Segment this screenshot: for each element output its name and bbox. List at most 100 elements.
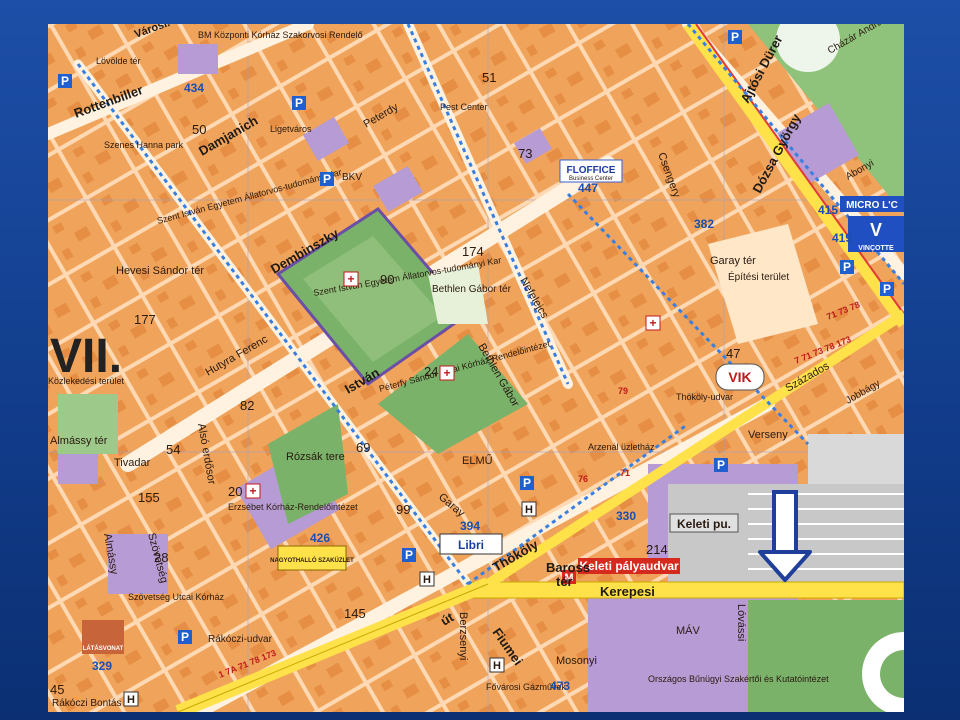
svg-text:H: H: [493, 660, 501, 672]
num-90: 90: [380, 272, 394, 287]
keleti-palyaudvar-label: Keleti pályaudvar: [579, 559, 679, 573]
num-24: 24: [424, 364, 438, 379]
num-174: 174: [462, 244, 484, 259]
train-sheds: [808, 434, 904, 484]
svg-text:+: +: [649, 316, 656, 330]
floffice-name: FLOFFICE: [567, 165, 616, 176]
num-473: 473: [550, 679, 570, 693]
svg-text:P: P: [731, 30, 739, 44]
svg-text:P: P: [295, 96, 303, 110]
parking-icon[interactable]: P: [728, 30, 742, 44]
street-verseny: Verseny: [748, 429, 788, 441]
parking-icon[interactable]: P: [402, 548, 416, 562]
num-73: 73: [518, 146, 532, 161]
hospital-cross-icon[interactable]: +: [245, 483, 261, 499]
street-tivadar: Tivadar: [114, 457, 151, 469]
parking-icon[interactable]: P: [840, 260, 854, 274]
place-szovetseg-korhaz: Szövetség Utcai Kórház: [128, 592, 225, 602]
micro-name: MICRO L'C: [846, 200, 898, 211]
hospital-cross-icon[interactable]: +: [645, 315, 661, 331]
num-415: 415: [818, 203, 838, 217]
libri-logo[interactable]: Libri: [439, 533, 503, 555]
vincotte-v: V: [870, 220, 882, 240]
station-label-keleti-palyaudvar: Keleti pályaudvar: [578, 558, 680, 574]
place-lovolde: Lövölde tér: [96, 56, 141, 66]
svg-text:P: P: [181, 630, 189, 644]
place-erzsebet: Erzsébet Kórház-Rendelőintézet: [228, 502, 358, 512]
place-szenes-hanna: Szenes Hanna park: [104, 140, 184, 150]
num-99: 99: [396, 502, 410, 517]
svg-text:P: P: [323, 172, 331, 186]
parking-icon[interactable]: P: [178, 630, 192, 644]
num-419: 419: [832, 231, 852, 245]
street-baross-ter: tér: [556, 574, 573, 589]
hotel-icon[interactable]: H: [489, 657, 505, 673]
num-54: 54: [166, 442, 180, 457]
place-hevesi-ter: Hevesi Sándor tér: [116, 265, 204, 277]
road-kerepesi: [467, 581, 904, 599]
svg-text:P: P: [883, 282, 891, 296]
latasvonat-text: LÁTÁSVONAT: [83, 645, 124, 652]
place-thokoly-udvar: Thököly-udvar: [676, 392, 733, 402]
num-394: 394: [460, 519, 480, 533]
street-lovassi: Lóvássi: [735, 604, 747, 641]
latasvonat-sign[interactable]: LÁTÁSVONAT: [82, 620, 124, 654]
num-20: 20: [228, 484, 242, 499]
num-71: 71: [620, 468, 630, 478]
vik-logo[interactable]: VIK: [715, 363, 765, 391]
place-elmu: ELMŰ: [462, 453, 493, 467]
hotel-icon[interactable]: H: [419, 571, 435, 587]
vincotte-logo[interactable]: V VINÇOTTE: [848, 216, 904, 252]
svg-text:H: H: [127, 694, 135, 706]
parking-icon[interactable]: P: [714, 458, 728, 472]
vincotte-name: VINÇOTTE: [858, 245, 894, 252]
num-28: 28: [154, 550, 168, 565]
place-bkv: BKV: [342, 172, 362, 183]
svg-text:P: P: [843, 260, 851, 274]
num-382: 382: [694, 217, 714, 231]
num-79: 79: [618, 386, 628, 396]
street-berzsenyi: Berzsenyi: [457, 612, 469, 660]
hospital-cross-icon[interactable]: +: [343, 271, 359, 287]
num-330: 330: [616, 509, 636, 523]
num-45: 45: [50, 682, 64, 697]
num-329: 329: [92, 659, 112, 673]
parking-icon[interactable]: P: [520, 476, 534, 490]
street-baross: Baross: [546, 560, 590, 575]
keleti-pu-tag: Keleti pu.: [669, 513, 739, 533]
svg-text:+: +: [249, 484, 256, 498]
num-82: 82: [240, 398, 254, 413]
num-50: 50: [192, 122, 206, 137]
micro-logo[interactable]: MICRO L'C: [840, 196, 904, 212]
svg-text:+: +: [347, 272, 354, 286]
floffice-logo[interactable]: FLOFFICE Business Center: [559, 159, 623, 183]
keleti-pu-label: Keleti pu.: [677, 517, 731, 531]
street-mosonyi: Mosonyi: [556, 655, 597, 667]
num-447: 447: [578, 181, 598, 195]
num-214: 214: [646, 542, 668, 557]
libri-name: Libri: [458, 538, 484, 552]
num-145: 145: [344, 606, 366, 621]
place-arzenal: Arzenál üzletház: [588, 442, 655, 452]
place-orszagos: Országos Bűnügyi Szakértői és Kutatóinté…: [648, 674, 829, 684]
street-kerepesi: Kerepesi: [600, 584, 655, 599]
place-almassy-ter: Almássy tér: [50, 435, 108, 447]
svg-text:+: +: [443, 366, 450, 380]
svg-text:P: P: [717, 458, 725, 472]
parking-icon[interactable]: P: [880, 282, 894, 296]
place-ligetvaros: Ligetváros: [270, 124, 312, 134]
hotel-icon[interactable]: H: [521, 501, 537, 517]
num-155: 155: [138, 490, 160, 505]
city-map[interactable]: M Keleti pályaudvar VII. Damjanich Dembi…: [48, 24, 904, 712]
place-epitesi: Építési terület: [728, 270, 789, 283]
num-434: 434: [184, 81, 204, 95]
hotel-icon[interactable]: H: [123, 691, 139, 707]
parking-icon[interactable]: P: [320, 172, 334, 186]
parking-icon[interactable]: P: [58, 74, 72, 88]
nagyothallo-sign[interactable]: NAGYOTHALLÓ SZAKÜZLET: [270, 545, 354, 571]
svg-text:P: P: [523, 476, 531, 490]
parking-icon[interactable]: P: [292, 96, 306, 110]
num-426: 426: [310, 531, 330, 545]
num-76: 76: [578, 474, 588, 484]
hospital-cross-icon[interactable]: +: [439, 365, 455, 381]
